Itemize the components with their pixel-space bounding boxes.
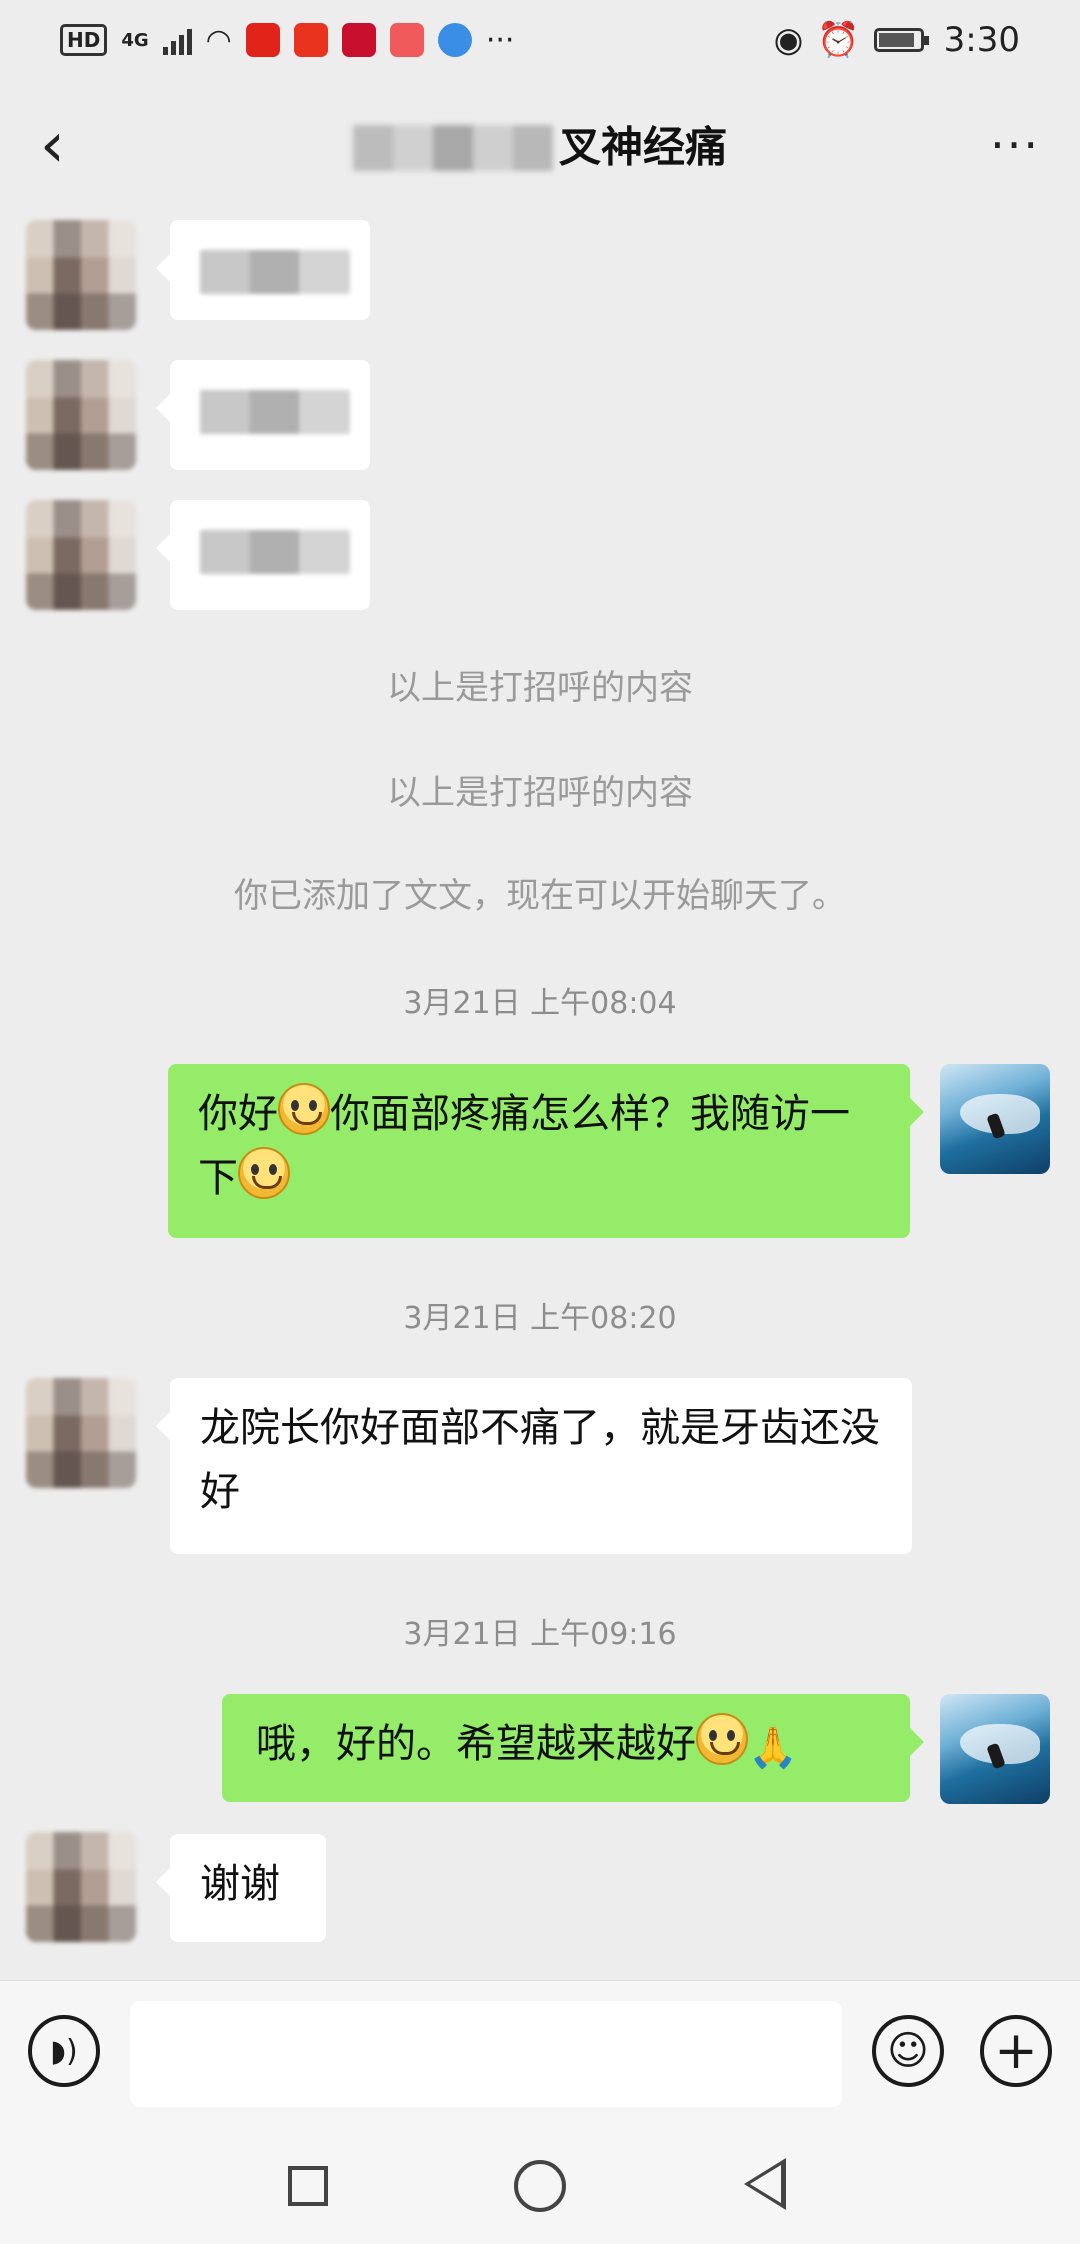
redacted-text xyxy=(200,530,350,574)
input-bar: ◗) ☺ + xyxy=(0,1980,1080,2123)
more-options-button[interactable]: ··· xyxy=(990,118,1040,172)
smile-emoji-icon xyxy=(278,1083,330,1135)
more-notifications: ··· xyxy=(485,22,515,58)
sent-message-bubble[interactable]: 哦，好的。希望越来越好 🙏 xyxy=(222,1694,924,1802)
message-bubble-redacted[interactable] xyxy=(156,220,370,320)
timestamp: 3月21日 上午08:20 xyxy=(403,1301,677,1336)
network-type-label: 4G xyxy=(121,29,149,51)
smiley-face-icon: ☺ xyxy=(887,2028,929,2074)
system-navigation-bar xyxy=(0,2122,1080,2244)
app-icon xyxy=(341,23,376,57)
message-bubble-redacted[interactable] xyxy=(156,360,370,470)
avatar[interactable] xyxy=(26,1832,136,1942)
avatar[interactable] xyxy=(26,500,136,610)
my-avatar[interactable] xyxy=(940,1064,1050,1174)
message-text: 谢谢 xyxy=(200,1861,280,1907)
smile-emoji-icon xyxy=(696,1713,748,1765)
received-message-bubble[interactable]: 龙院长你好面部不痛了，就是牙齿还没好 xyxy=(156,1378,912,1554)
eye-icon: ◉ xyxy=(773,20,804,60)
message-text: 龙院长你好面部不痛了，就是牙齿还没好 xyxy=(200,1405,880,1515)
alarm-icon: ⏰ xyxy=(817,20,860,60)
avatar[interactable] xyxy=(26,360,136,470)
system-message: 以上是打招呼的内容 xyxy=(387,773,693,813)
voice-input-button[interactable]: ◗) xyxy=(28,2015,100,2087)
system-message: 以上是打招呼的内容 xyxy=(387,668,693,708)
hd-icon: HD xyxy=(60,24,108,56)
emoji-button[interactable]: ☺ xyxy=(872,2015,944,2087)
message-input[interactable] xyxy=(130,2001,842,2107)
signal-icon xyxy=(162,25,192,55)
chat-title-text: 叉神经痛 xyxy=(558,122,727,172)
back-button[interactable]: ‹ xyxy=(40,114,65,176)
timestamp: 3月21日 上午09:16 xyxy=(403,1617,677,1652)
message-bubble-redacted[interactable] xyxy=(156,500,370,610)
avatar[interactable] xyxy=(26,220,136,330)
weibo-icon xyxy=(245,23,280,57)
my-avatar[interactable] xyxy=(940,1694,1050,1804)
recent-apps-icon[interactable] xyxy=(288,2166,328,2206)
more-actions-button[interactable]: + xyxy=(980,2015,1052,2087)
redacted-text xyxy=(200,250,350,294)
status-bar: HD 4G ◠ ··· ◉ ⏰ 3:30 xyxy=(0,0,1080,80)
clock: 3:30 xyxy=(943,20,1020,60)
home-icon[interactable] xyxy=(514,2160,566,2212)
message-text: 你好 xyxy=(198,1091,278,1137)
timestamp: 3月21日 上午08:04 xyxy=(403,986,677,1021)
status-right: ◉ ⏰ 3:30 xyxy=(774,20,1020,60)
back-nav-icon[interactable] xyxy=(744,2158,786,2210)
received-message-bubble[interactable]: 谢谢 xyxy=(156,1834,326,1942)
battery-icon xyxy=(873,28,929,52)
avatar[interactable] xyxy=(26,1378,136,1488)
redacted-text xyxy=(200,390,350,434)
pray-emoji-icon: 🙏 xyxy=(748,1725,798,1771)
app-icon xyxy=(293,23,328,57)
chat-title: 叉神经痛 xyxy=(0,80,1080,213)
status-left: HD 4G ◠ ··· xyxy=(60,23,514,58)
reader-icon xyxy=(389,23,424,57)
chat-header: ‹ 叉神经痛 ··· xyxy=(0,80,1080,210)
message-text: 哦，好的。希望越来越好 xyxy=(256,1721,696,1767)
smile-emoji-icon xyxy=(238,1147,290,1199)
browser-icon xyxy=(437,23,472,57)
plus-icon: + xyxy=(994,2021,1038,2081)
system-message: 你已添加了文文，现在可以开始聊天了。 xyxy=(234,876,846,916)
wifi-icon: ◠ xyxy=(205,22,232,58)
sent-message-bubble[interactable]: 你好 你面部疼痛怎么样？我随访一下 xyxy=(168,1064,924,1238)
redacted-name xyxy=(352,124,553,171)
voice-icon: ◗) xyxy=(50,2033,78,2069)
